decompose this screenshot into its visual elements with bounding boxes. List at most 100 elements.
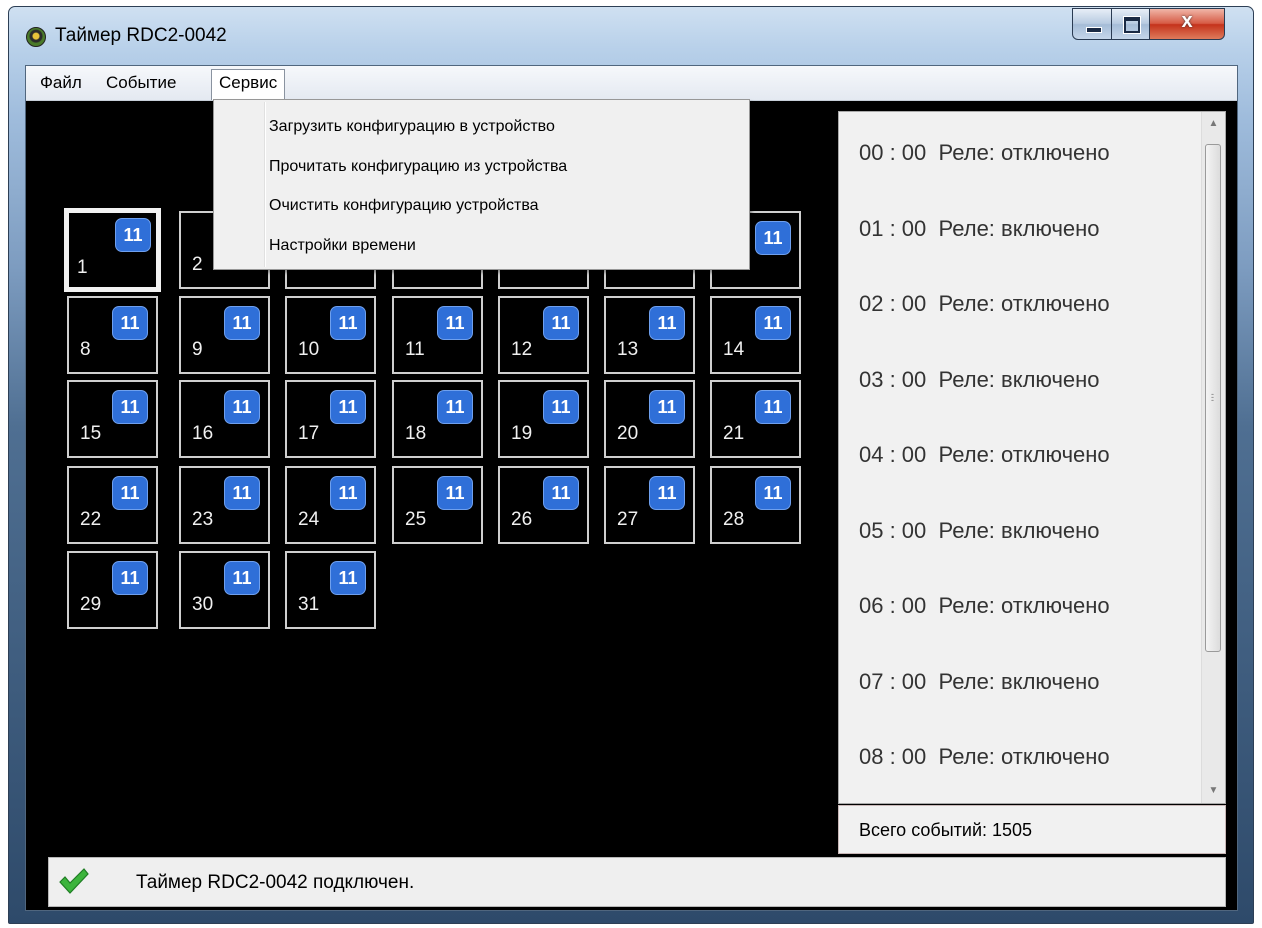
calendar-day[interactable]: 18 11	[392, 380, 483, 458]
calendar-day[interactable]: 10 11	[285, 296, 376, 374]
event-row[interactable]: 00 : 00 Реле: отключено	[859, 140, 1110, 166]
grip-icon: ---	[1211, 389, 1214, 405]
event-text: Реле: отключено	[938, 744, 1110, 769]
event-text: Реле: включено	[938, 517, 1100, 543]
event-text: Реле: отключено	[938, 291, 1110, 316]
day-number: 24	[298, 509, 320, 530]
event-text: Реле: включено	[938, 366, 1100, 392]
menu-item-read-config[interactable]: Прочитать конфигурацию из устройства	[269, 155, 567, 179]
event-text: Реле: включено	[938, 668, 1100, 694]
day-number: 12	[511, 339, 533, 360]
event-time: 03 : 00	[859, 366, 927, 392]
day-number: 28	[723, 509, 745, 530]
day-number: 27	[617, 509, 639, 530]
calendar-day[interactable]: 9 11	[179, 296, 270, 374]
event-count-badge: 11	[755, 306, 791, 340]
calendar-day[interactable]: 12 11	[498, 296, 589, 374]
day-number: 9	[192, 339, 203, 360]
event-count-badge: 11	[543, 390, 579, 424]
events-list[interactable]: 00 : 00 Реле: отключено 01 : 00 Реле: вкл…	[838, 111, 1226, 804]
menu-item-time-settings[interactable]: Настройки времени	[269, 234, 416, 258]
menu-item-clear-config[interactable]: Очистить конфигурацию устройства	[269, 194, 539, 218]
minimize-button[interactable]	[1072, 8, 1112, 40]
day-number: 10	[298, 339, 320, 360]
event-count-badge: 11	[224, 390, 260, 424]
event-time: 02 : 00	[859, 291, 927, 316]
day-number: 31	[298, 594, 320, 615]
calendar-day[interactable]: 31 11	[285, 551, 376, 629]
calendar-day[interactable]: 22 11	[67, 466, 158, 544]
calendar-day[interactable]: 24 11	[285, 466, 376, 544]
event-time: 05 : 00	[859, 517, 927, 543]
calendar-day[interactable]: 15 11	[67, 380, 158, 458]
service-dropdown: Загрузить конфигурацию в устройство Проч…	[213, 99, 750, 270]
event-row[interactable]: 01 : 00 Реле: включено	[859, 216, 1100, 242]
menu-item-upload-config[interactable]: Загрузить конфигурацию в устройство	[269, 115, 555, 139]
calendar-day[interactable]: 21 11	[710, 380, 801, 458]
day-number: 2	[192, 254, 203, 275]
day-number: 22	[80, 509, 102, 530]
maximize-icon	[1124, 17, 1140, 33]
maximize-button[interactable]	[1111, 8, 1150, 40]
event-row[interactable]: 04 : 00 Реле: отключено	[859, 442, 1110, 468]
event-row[interactable]: 06 : 00 Реле: отключено	[859, 593, 1110, 619]
calendar-day[interactable]: 28 11	[710, 466, 801, 544]
day-number: 18	[405, 423, 427, 444]
client-area: Файл Событие Сервис Загрузить конфигурац…	[25, 65, 1238, 911]
menu-service[interactable]: Сервис	[211, 69, 286, 100]
calendar-day[interactable]: 27 11	[604, 466, 695, 544]
scroll-thumb[interactable]: ---	[1205, 144, 1221, 652]
calendar-day[interactable]: 16 11	[179, 380, 270, 458]
calendar-day[interactable]: 29 11	[67, 551, 158, 629]
calendar-day[interactable]: 26 11	[498, 466, 589, 544]
event-time: 01 : 00	[859, 215, 927, 241]
menu-bar: Файл Событие Сервис	[26, 66, 1237, 101]
title-bar[interactable]: Таймер RDC2-0042 x	[9, 7, 1253, 59]
event-row[interactable]: 08 : 00 Реле: отключено	[859, 744, 1110, 770]
day-number: 15	[80, 423, 102, 444]
event-text: Реле: включено	[938, 215, 1100, 241]
calendar-day[interactable]: 20 11	[604, 380, 695, 458]
calendar-day[interactable]: 17 11	[285, 380, 376, 458]
calendar-day[interactable]: 23 11	[179, 466, 270, 544]
event-row[interactable]: 02 : 00 Реле: отключено	[859, 291, 1110, 317]
menu-event[interactable]: Событие	[99, 69, 183, 97]
calendar-day[interactable]: 30 11	[179, 551, 270, 629]
event-row[interactable]: 07 : 00 Реле: включено	[859, 669, 1100, 695]
calendar-day[interactable]: 8 11	[67, 296, 158, 374]
event-count-badge: 11	[224, 306, 260, 340]
calendar-day[interactable]: 19 11	[498, 380, 589, 458]
calendar-day[interactable]: 25 11	[392, 466, 483, 544]
event-time: 04 : 00	[859, 442, 927, 467]
day-number: 8	[80, 339, 91, 360]
day-number: 23	[192, 509, 214, 530]
event-count-badge: 11	[330, 561, 366, 595]
event-text: Реле: отключено	[938, 593, 1110, 618]
menu-file[interactable]: Файл	[33, 69, 89, 97]
event-count-badge: 11	[543, 306, 579, 340]
calendar-day[interactable]: 1 11	[64, 208, 161, 292]
scroll-up-icon[interactable]: ▲	[1202, 114, 1225, 134]
events-scrollbar[interactable]: ▲ --- ▼	[1201, 112, 1225, 803]
event-count-badge: 11	[437, 390, 473, 424]
app-window: Таймер RDC2-0042 x Файл Событие Сервис З…	[8, 6, 1254, 924]
events-total-label: Всего событий: 1505	[859, 820, 1033, 840]
event-count-badge: 11	[330, 306, 366, 340]
calendar-day[interactable]: 14 11	[710, 296, 801, 374]
calendar-day[interactable]: 13 11	[604, 296, 695, 374]
event-row[interactable]: 05 : 00 Реле: включено	[859, 518, 1100, 544]
event-count-badge: 11	[649, 476, 685, 510]
event-row[interactable]: 03 : 00 Реле: включено	[859, 367, 1100, 393]
event-count-badge: 11	[112, 476, 148, 510]
event-count-badge: 11	[649, 306, 685, 340]
event-count-badge: 11	[112, 306, 148, 340]
close-button[interactable]: x	[1149, 8, 1225, 40]
event-count-badge: 11	[437, 306, 473, 340]
scroll-down-icon[interactable]: ▼	[1202, 781, 1225, 801]
calendar-day[interactable]: 11 11	[392, 296, 483, 374]
close-icon: x	[1181, 10, 1193, 32]
event-count-badge: 11	[543, 476, 579, 510]
event-count-badge: 11	[755, 390, 791, 424]
event-count-badge: 11	[115, 218, 151, 252]
day-number: 13	[617, 339, 639, 360]
